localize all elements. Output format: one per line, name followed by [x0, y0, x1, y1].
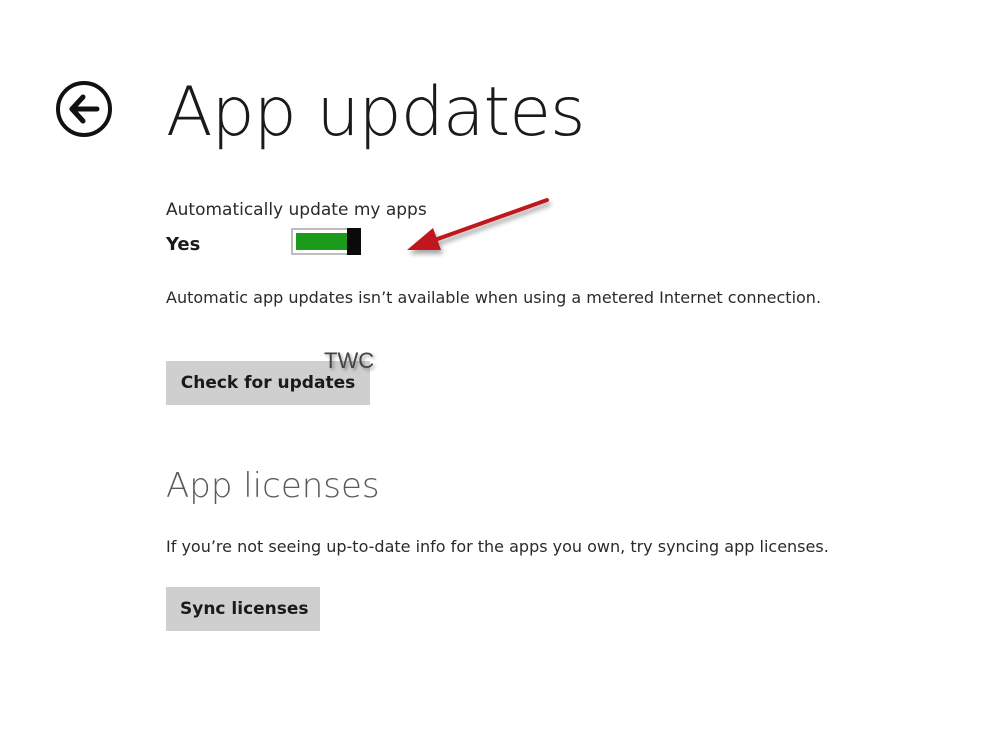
auto-update-label: Automatically update my apps	[166, 200, 427, 220]
auto-update-state: Yes	[166, 234, 201, 255]
auto-update-toggle[interactable]	[291, 228, 361, 255]
sync-licenses-button[interactable]: Sync licenses	[166, 587, 320, 631]
red-arrow-annotation	[407, 198, 549, 250]
app-licenses-heading: App licenses	[166, 466, 380, 506]
page-title: App updates	[166, 73, 585, 152]
watermark: TWC	[324, 348, 375, 373]
toggle-fill	[296, 233, 348, 250]
licenses-note: If you’re not seeing up-to-date info for…	[166, 537, 829, 556]
back-button[interactable]	[55, 80, 113, 138]
toggle-thumb[interactable]	[347, 228, 361, 255]
back-arrow-icon	[56, 81, 112, 137]
metered-connection-note: Automatic app updates isn’t available wh…	[166, 288, 822, 307]
